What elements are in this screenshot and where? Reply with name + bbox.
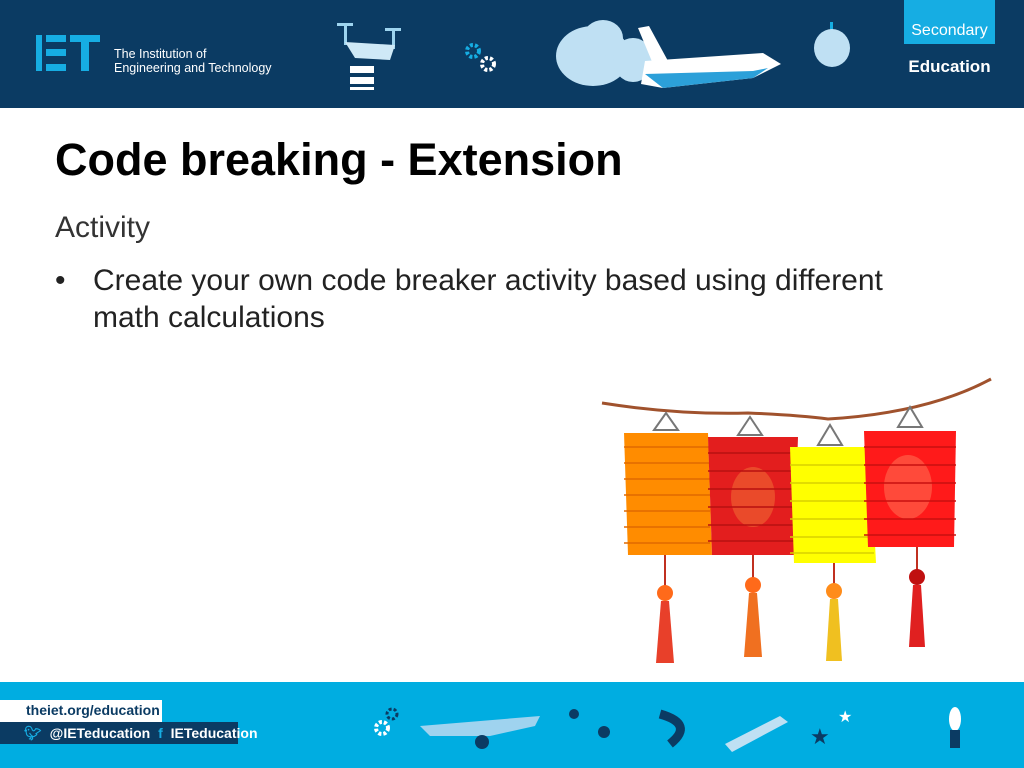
lantern-orange (624, 411, 712, 663)
lightbulb-icon (949, 707, 961, 748)
twitter-handle[interactable]: @IETeducation (50, 725, 151, 741)
education-label: Education (908, 57, 991, 76)
facebook-icon: f (158, 725, 163, 741)
lantern-red-1 (708, 415, 798, 657)
bullet-text: Create your own code breaker activity ba… (93, 264, 883, 334)
social-links: 🐦︎ @IETeducation f IETeducation (0, 722, 258, 744)
twitter-icon: 🐦︎ (24, 725, 42, 741)
plane-icon (420, 716, 540, 749)
lantern-yellow (790, 423, 876, 661)
drone-icon (337, 23, 401, 90)
stars-icon: ★★ (810, 709, 852, 749)
apple-icon (814, 22, 850, 67)
gears-icon (465, 43, 496, 72)
bullet-marker: • (55, 264, 66, 297)
magnet-icon (658, 709, 685, 748)
cloud-shuttle-icon (556, 20, 781, 88)
org-line2: Engineering and Technology (114, 61, 272, 75)
facebook-handle[interactable]: IETeducation (171, 725, 258, 741)
website-link[interactable]: theiet.org/education (0, 700, 162, 722)
pencil-icon (725, 716, 788, 752)
slide-subtitle: Activity (55, 211, 151, 244)
svg-text:★: ★ (810, 724, 830, 749)
header-banner: The Institution of Engineering and Techn… (0, 0, 1024, 108)
svg-text:★: ★ (838, 709, 852, 726)
gears-icon (374, 707, 399, 736)
lantern-red-2 (864, 405, 956, 647)
iet-logo-icon (36, 35, 100, 71)
org-name: The Institution of Engineering and Techn… (114, 47, 272, 75)
footer-icons: ★★ (374, 707, 961, 752)
slide-title: Code breaking - Extension (55, 134, 623, 185)
lanterns-image (601, 377, 992, 663)
bullet-item: • Create your own code breaker activity … (55, 262, 915, 336)
location-pin-icon (569, 709, 610, 738)
secondary-badge: Secondary (904, 0, 995, 44)
org-line1: The Institution of (114, 47, 207, 61)
